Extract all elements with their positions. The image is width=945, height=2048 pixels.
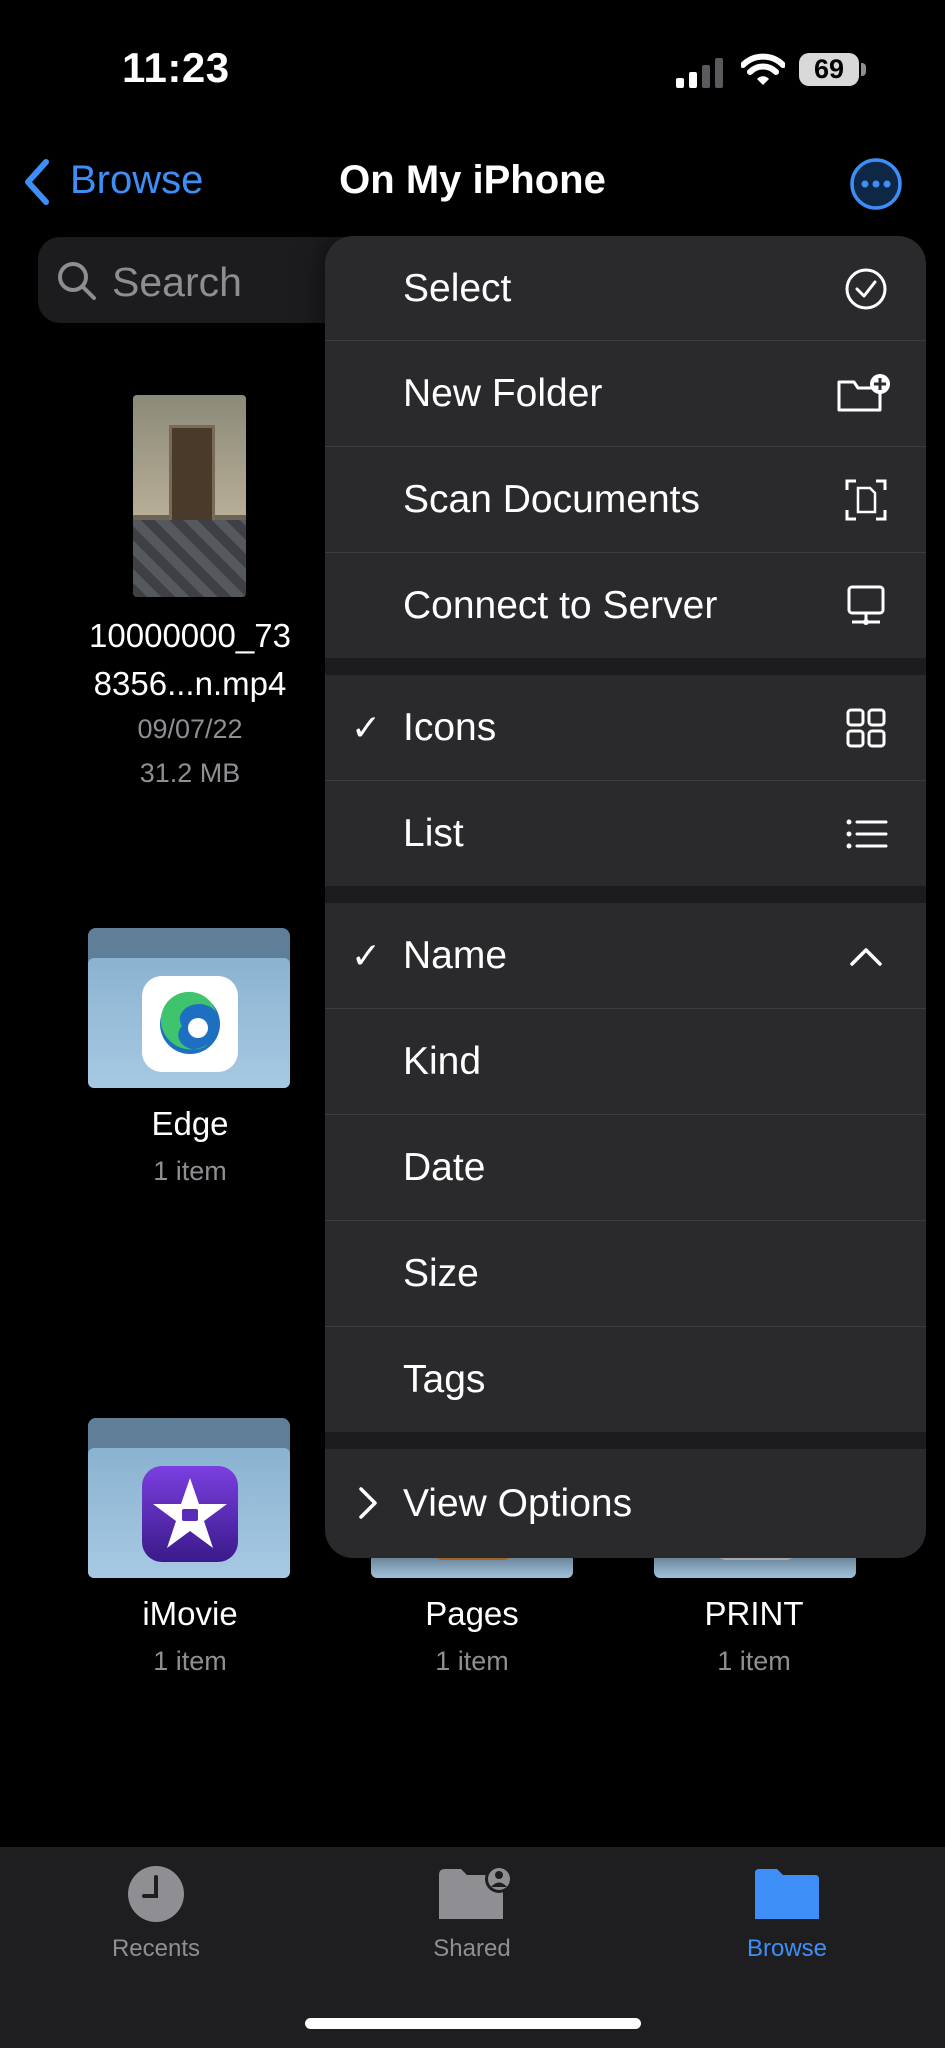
file-name-line1: 10000000_73 [89, 617, 291, 654]
chevron-up-icon [850, 948, 882, 966]
edge-app-icon [142, 976, 238, 1072]
folder-name: iMovie [142, 1595, 238, 1632]
menu-item-label: Icons [403, 706, 497, 749]
file-name-line2: 8356...n.mp4 [93, 665, 287, 702]
menu-item-label: Kind [403, 1040, 482, 1083]
folder-name: PRINT [704, 1595, 804, 1632]
menu-item-label: Tags [403, 1358, 486, 1401]
menu-item-label: List [403, 812, 464, 855]
menu-item-sort-size[interactable]: Size [325, 1221, 926, 1326]
page-title: On My iPhone [339, 158, 606, 202]
folder-count: 1 item [435, 1646, 509, 1676]
home-indicator [305, 2018, 641, 2029]
scan-document-icon [845, 479, 887, 521]
chevron-right-icon [359, 1487, 377, 1519]
context-menu: Select New Folder Scan Documents Connect… [325, 236, 926, 1558]
file-date: 09/07/22 [137, 714, 243, 744]
battery-cap [861, 63, 866, 76]
search-icon [58, 262, 96, 300]
grid-icon [846, 708, 886, 748]
imovie-app-icon [142, 1466, 238, 1562]
more-options-icon[interactable] [849, 157, 903, 211]
folder-edge[interactable] [88, 928, 290, 1088]
menu-item-sort-name[interactable]: ✓ Name [325, 903, 926, 1008]
tab-label: Browse [746, 1935, 828, 1962]
menu-item-label: Scan Documents [403, 478, 700, 521]
menu-item-sort-date[interactable]: Date [325, 1115, 926, 1220]
folder-imovie[interactable] [88, 1418, 290, 1578]
menu-item-new-folder[interactable]: New Folder [325, 341, 926, 446]
status-time: 11:23 [122, 44, 230, 91]
tab-browse[interactable]: Browse [687, 1847, 887, 2037]
search-placeholder: Search [112, 259, 242, 305]
checkmark-icon: ✓ [351, 707, 382, 748]
folder-count: 1 item [153, 1156, 227, 1186]
file-size: 31.2 MB [139, 758, 241, 788]
checkmark-icon: ✓ [351, 935, 382, 976]
menu-item-label: Connect to Server [403, 584, 718, 627]
menu-item-icons[interactable]: ✓ Icons [325, 675, 926, 780]
folder-name: Pages [425, 1595, 519, 1632]
menu-item-label: Select [403, 267, 512, 310]
folder-count: 1 item [153, 1646, 227, 1676]
server-display-icon [847, 585, 885, 625]
menu-item-label: Size [403, 1252, 479, 1295]
menu-item-connect-to-server[interactable]: Connect to Server [325, 553, 926, 658]
shared-folder-icon [439, 1865, 513, 1919]
menu-item-list[interactable]: List [325, 781, 926, 886]
menu-item-label: Name [403, 934, 508, 977]
menu-item-scan-documents[interactable]: Scan Documents [325, 447, 926, 552]
video-thumbnail[interactable] [133, 395, 246, 597]
folder-count: 1 item [717, 1646, 791, 1676]
new-folder-icon [837, 374, 890, 412]
battery-indicator: 69 [799, 53, 859, 86]
folder-icon [755, 1869, 819, 1919]
tab-label: Recents [111, 1935, 201, 1962]
menu-item-label: View Options [403, 1482, 633, 1525]
tab-recents[interactable]: Recents [56, 1847, 256, 2037]
menu-item-view-options[interactable]: View Options [325, 1449, 926, 1558]
menu-item-sort-tags[interactable]: Tags [325, 1327, 926, 1432]
list-icon [846, 819, 888, 849]
clock-icon [128, 1866, 184, 1922]
cellular-signal-icon [676, 58, 723, 88]
menu-item-label: Date [403, 1146, 486, 1189]
tab-shared[interactable]: Shared [372, 1847, 572, 2037]
menu-item-select[interactable]: Select [325, 236, 926, 341]
tab-label: Shared [433, 1935, 511, 1962]
menu-item-label: New Folder [403, 372, 603, 415]
checkmark-circle-icon [845, 268, 887, 310]
menu-item-sort-kind[interactable]: Kind [325, 1009, 926, 1114]
folder-name: Edge [151, 1105, 229, 1142]
wifi-icon [741, 53, 785, 85]
